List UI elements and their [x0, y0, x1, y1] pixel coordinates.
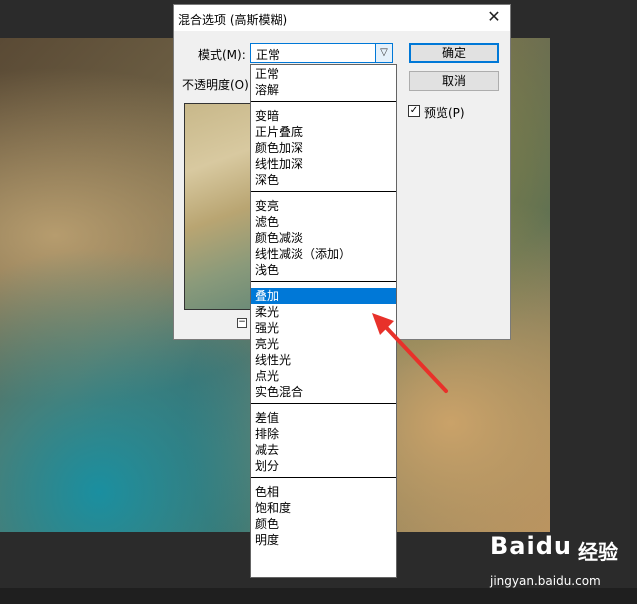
- chevron-down-icon[interactable]: ▽: [375, 44, 392, 62]
- blend-mode-option[interactable]: 颜色减淡: [251, 230, 396, 246]
- blend-mode-option[interactable]: 正常: [251, 66, 396, 82]
- blend-mode-option[interactable]: 明度: [251, 532, 396, 548]
- baidu-logo: Baidu: [490, 532, 572, 560]
- preview-checkbox[interactable]: ✓: [408, 105, 420, 117]
- dialog-title: 混合选项 (高斯模糊): [178, 13, 288, 27]
- blend-mode-option[interactable]: 颜色: [251, 516, 396, 532]
- mode-select[interactable]: 正常 ▽: [250, 43, 393, 63]
- blend-mode-option[interactable]: 浅色: [251, 262, 396, 278]
- ok-button[interactable]: 确定: [409, 43, 499, 63]
- blend-mode-option[interactable]: 溶解: [251, 82, 396, 98]
- watermark-url: jingyan.baidu.com: [490, 574, 601, 588]
- blend-mode-option[interactable]: 颜色加深: [251, 140, 396, 156]
- mode-label: 模式(M):: [198, 48, 246, 62]
- baidu-jingyan-watermark: Baidu 经验 jingyan.baidu.com: [486, 530, 636, 594]
- blend-mode-option[interactable]: 差值: [251, 410, 396, 426]
- jingyan-brand: 经验: [578, 540, 618, 564]
- blend-mode-option[interactable]: 线性加深: [251, 156, 396, 172]
- opacity-label: 不透明度(O): [182, 78, 249, 92]
- close-icon[interactable]: ✕: [486, 8, 502, 26]
- blend-mode-option[interactable]: 滤色: [251, 214, 396, 230]
- blend-mode-option[interactable]: 正片叠底: [251, 124, 396, 140]
- blend-mode-option[interactable]: 减去: [251, 442, 396, 458]
- blend-mode-option[interactable]: 变暗: [251, 108, 396, 124]
- cancel-button[interactable]: 取消: [409, 71, 499, 91]
- blend-mode-option[interactable]: 排除: [251, 426, 396, 442]
- mode-select-value: 正常: [256, 48, 281, 62]
- menu-separator: [251, 477, 396, 478]
- zoom-out-icon[interactable]: −: [237, 318, 247, 328]
- blend-mode-option[interactable]: 划分: [251, 458, 396, 474]
- blend-mode-option[interactable]: 线性减淡（添加）: [251, 246, 396, 262]
- menu-separator: [251, 191, 396, 192]
- preview-thumbnail: [184, 103, 252, 310]
- blend-mode-option[interactable]: 色相: [251, 484, 396, 500]
- dialog-titlebar[interactable]: 混合选项 (高斯模糊) ✕: [174, 5, 510, 31]
- annotation-arrow-shaft: [380, 321, 448, 393]
- menu-separator: [251, 281, 396, 282]
- annotation-arrow: [372, 313, 448, 393]
- preview-label: 预览(P): [424, 106, 465, 120]
- blend-mode-option[interactable]: 饱和度: [251, 500, 396, 516]
- menu-separator: [251, 101, 396, 102]
- blend-mode-option[interactable]: 深色: [251, 172, 396, 188]
- blend-mode-option[interactable]: 变亮: [251, 198, 396, 214]
- blend-mode-option[interactable]: 叠加: [251, 288, 396, 304]
